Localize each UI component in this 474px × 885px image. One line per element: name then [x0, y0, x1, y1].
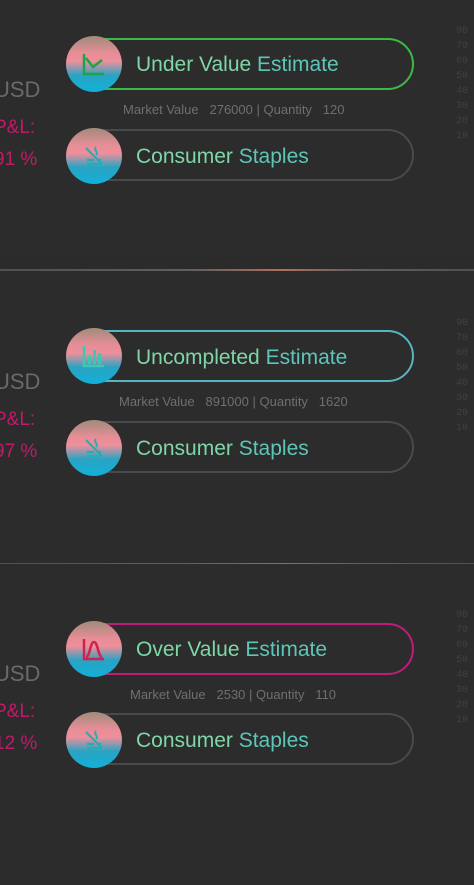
sector-badge	[66, 420, 122, 476]
holding-card[interactable]	[0, 271, 474, 563]
sector-label: Consumer Staples	[136, 729, 309, 752]
sector-label: Consumer Staples	[136, 145, 309, 168]
trend-down-chart-icon	[82, 54, 104, 76]
no-smoking-icon	[85, 438, 103, 458]
estimate-badge	[66, 621, 122, 677]
estimate-badge	[66, 328, 122, 384]
currency-label: USD	[0, 661, 41, 686]
sector-badge	[66, 128, 122, 184]
sector-label: Consumer Staples	[136, 437, 309, 460]
estimate-label: Uncompleted Estimate	[136, 346, 348, 369]
pnl-label: P&L:	[0, 701, 36, 722]
pnl-value: 12 %	[0, 733, 38, 754]
pnl-value: 97 %	[0, 441, 38, 462]
axis-tick-labels: 90 70 60 50 40 30 20 10	[456, 318, 469, 434]
estimate-label: Under Value Estimate	[136, 53, 339, 76]
bell-curve-icon	[82, 639, 104, 661]
no-smoking-icon	[85, 146, 103, 166]
currency-label: USD	[0, 77, 41, 102]
estimate-badge	[66, 36, 122, 92]
axis-tick-labels: 90 70 60 50 40 30 20 10	[456, 610, 469, 726]
pnl-value: 91 %	[0, 149, 38, 170]
pnl-label: P&L:	[0, 117, 36, 138]
no-smoking-icon	[85, 730, 103, 750]
axis-tick-labels: 90 70 60 50 40 30 20 10	[456, 26, 469, 142]
estimate-label: Over Value Estimate	[136, 638, 328, 661]
bar-chart-icon	[82, 346, 104, 368]
currency-label: USD	[0, 369, 41, 394]
market-value-quantity: Market Value 2530 | Quantity 110	[130, 687, 337, 702]
market-value-quantity: Market Value 891000 | Quantity 1620	[119, 394, 348, 409]
sector-badge	[66, 712, 122, 768]
pnl-label: P&L:	[0, 409, 36, 430]
market-value-quantity: Market Value 276000 | Quantity 120	[123, 102, 345, 117]
